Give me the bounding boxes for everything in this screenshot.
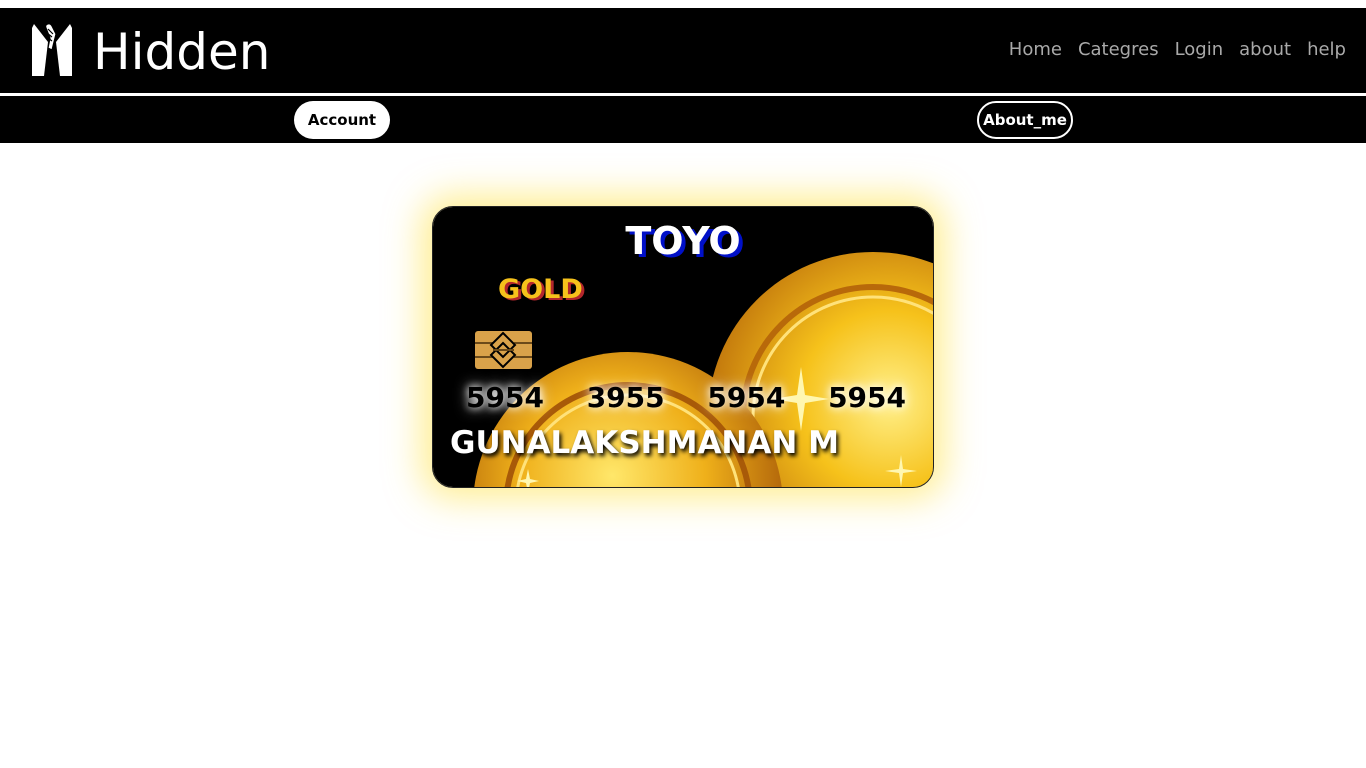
sim-chip-icon bbox=[475, 331, 532, 369]
card-brand-name: TOYO bbox=[625, 219, 741, 263]
top-navbar: Hidden Home Categres Login about help bbox=[0, 8, 1366, 93]
card-tier-label: GOLD bbox=[498, 274, 583, 305]
nav-login[interactable]: Login bbox=[1175, 38, 1224, 62]
card-number: 5954 3955 5954 5954 bbox=[466, 381, 906, 415]
tuxedo-logo-icon[interactable] bbox=[30, 20, 74, 78]
credit-card: TOYO GOLD 5954 3955 5954 5954 GUNALAKSHM… bbox=[432, 206, 934, 488]
top-gap bbox=[0, 0, 1366, 8]
card-number-group: 5954 bbox=[466, 381, 544, 414]
card-holder-name: GUNALAKSHMANAN M bbox=[450, 425, 839, 461]
about-me-button[interactable]: About_me bbox=[977, 101, 1073, 139]
card-number-group: 3955 bbox=[586, 381, 665, 414]
nav-categories[interactable]: Categres bbox=[1078, 38, 1159, 62]
nav-help[interactable]: help bbox=[1307, 38, 1346, 62]
brand-name[interactable]: Hidden bbox=[93, 22, 270, 82]
card-number-group: 5954 bbox=[828, 381, 906, 414]
nav-about[interactable]: about bbox=[1239, 38, 1291, 62]
main-nav: Home Categres Login about help bbox=[1009, 38, 1346, 62]
card-number-group: 5954 bbox=[707, 381, 786, 414]
sub-navbar: Account About_me bbox=[0, 96, 1366, 143]
nav-home[interactable]: Home bbox=[1009, 38, 1062, 62]
account-button[interactable]: Account bbox=[294, 101, 390, 139]
